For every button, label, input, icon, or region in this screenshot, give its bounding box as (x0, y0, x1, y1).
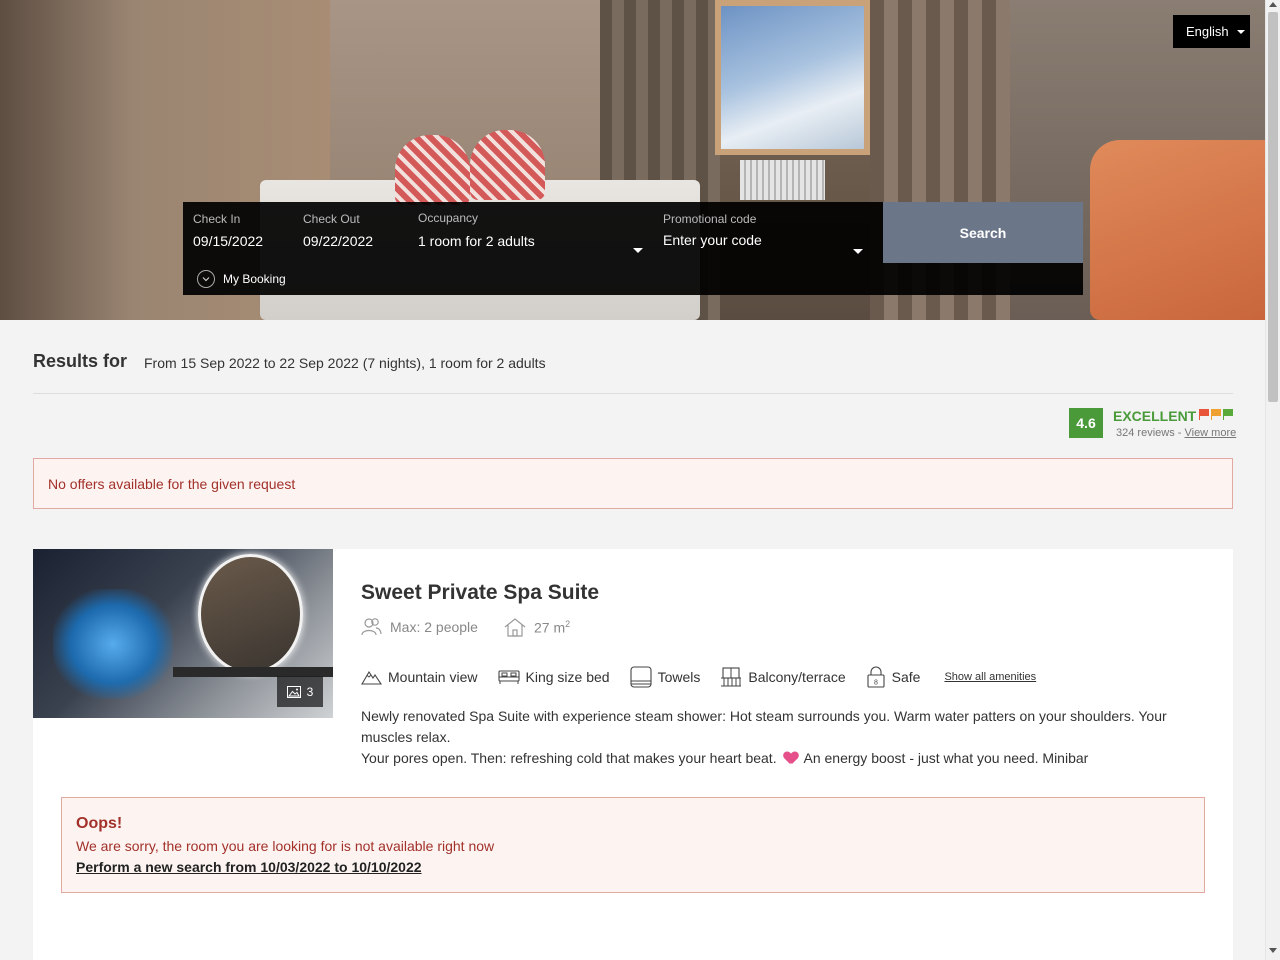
description-text: An energy boost - just what you need. Mi… (803, 750, 1089, 766)
balcony-icon (721, 667, 742, 687)
view-more-link[interactable]: View more (1184, 427, 1236, 439)
chevron-down-icon[interactable] (633, 248, 643, 253)
description-line: Your pores open. Then: refreshing cold t… (361, 748, 1181, 769)
language-selector[interactable]: English (1173, 15, 1250, 48)
results-summary: From 15 Sep 2022 to 22 Sep 2022 (7 night… (144, 355, 546, 371)
bed-icon (497, 670, 520, 684)
check-out-value[interactable]: 09/22/2022 (303, 233, 373, 249)
room-size: 27 m2 (504, 618, 570, 637)
safe-icon: 8 (867, 666, 885, 688)
rating-score-badge: 4.6 (1069, 408, 1103, 438)
search-button[interactable]: Search (883, 202, 1083, 263)
room-description: Newly renovated Spa Suite with experienc… (361, 706, 1181, 769)
divider (33, 393, 1233, 394)
unavailable-title: Oops! (76, 815, 123, 832)
chevron-down-icon[interactable] (853, 249, 863, 254)
caret-down-icon (1236, 29, 1245, 34)
my-booking-link[interactable]: My Booking (197, 270, 286, 288)
scroll-up-arrow-icon[interactable] (1269, 2, 1277, 7)
check-in-field[interactable]: Check In 09/15/2022 (193, 212, 263, 249)
room-size-unit: 2 (565, 619, 571, 630)
image-count: 3 (306, 684, 314, 699)
rating-flags (1199, 409, 1234, 420)
amenity-safe: 8 Safe (866, 666, 921, 688)
room-unavailable-alert: Oops! We are sorry, the room you are loo… (61, 797, 1205, 893)
room-size-value: 27 m (534, 619, 566, 636)
house-icon (504, 618, 526, 637)
amenity-towels: Towels (630, 666, 701, 688)
unavailable-message: We are sorry, the room you are looking f… (76, 838, 495, 854)
gallery-icon (286, 685, 301, 698)
flag-icon (1211, 409, 1222, 420)
amenity-label: Safe (891, 669, 921, 685)
scroll-down-arrow-icon[interactable] (1269, 948, 1277, 953)
description-text: Your pores open. Then: refreshing cold t… (361, 750, 781, 766)
heart-icon (784, 752, 798, 764)
flag-icon (1199, 409, 1210, 420)
image-count-badge[interactable]: 3 (277, 676, 323, 707)
reviews-count: 324 reviews - (1116, 427, 1185, 439)
rating-label: EXCELLENT (1113, 408, 1197, 424)
new-search-link[interactable]: Perform a new search from 10/03/2022 to … (76, 859, 422, 875)
occupancy-value[interactable]: 1 room for 2 adults (418, 233, 643, 249)
language-label: English (1186, 24, 1229, 39)
hero-image: Check In 09/15/2022 Check Out 09/22/2022… (0, 0, 1265, 320)
scrollbar-thumb[interactable] (1268, 12, 1278, 402)
reviews-info: 324 reviews - View more (1116, 427, 1236, 439)
amenities-list: Mountain view King size bed Towels Balco… (361, 666, 1036, 688)
amenity-label: Balcony/terrace (748, 669, 846, 685)
chevron-down-circle-icon (197, 270, 215, 288)
check-out-field[interactable]: Check Out 09/22/2022 (303, 212, 373, 249)
amenity-balcony: Balcony/terrace (720, 667, 846, 687)
promo-code-field[interactable]: Promotional code Enter your code (663, 212, 863, 254)
amenity-label: King size bed (525, 669, 610, 685)
my-booking-label: My Booking (223, 272, 286, 286)
max-people-label: Max: 2 people (390, 619, 478, 635)
no-offers-alert: No offers available for the given reques… (33, 458, 1233, 509)
check-in-label: Check In (193, 212, 241, 226)
occupancy-label: Occupancy (418, 211, 479, 225)
towel-icon (630, 666, 652, 688)
promo-code-input[interactable]: Enter your code (663, 232, 863, 248)
promo-code-label: Promotional code (663, 212, 757, 226)
search-bar: Check In 09/15/2022 Check Out 09/22/2022… (183, 202, 1083, 295)
show-all-amenities-link[interactable]: Show all amenities (944, 671, 1036, 683)
amenity-label: Towels (657, 669, 701, 685)
people-icon (361, 618, 382, 636)
check-out-label: Check Out (303, 212, 360, 226)
room-card: 3 Sweet Private Spa Suite Max: 2 people … (33, 549, 1233, 960)
max-people: Max: 2 people (361, 618, 478, 636)
amenity-label: Mountain view (388, 669, 478, 685)
alert-message: No offers available for the given reques… (48, 475, 296, 492)
svg-text:8: 8 (874, 680, 878, 687)
room-title: Sweet Private Spa Suite (361, 581, 600, 604)
check-in-value[interactable]: 09/15/2022 (193, 233, 263, 249)
description-line: Newly renovated Spa Suite with experienc… (361, 708, 1167, 745)
room-image[interactable]: 3 (33, 549, 333, 718)
scrollbar[interactable] (1265, 0, 1280, 960)
mountain-icon (361, 670, 382, 685)
flag-icon (1223, 409, 1234, 420)
occupancy-select[interactable]: Occupancy 1 room for 2 adults (418, 211, 643, 253)
amenity-king-bed: King size bed (497, 669, 610, 685)
amenity-mountain-view: Mountain view (361, 669, 478, 685)
results-title: Results for (33, 351, 128, 371)
